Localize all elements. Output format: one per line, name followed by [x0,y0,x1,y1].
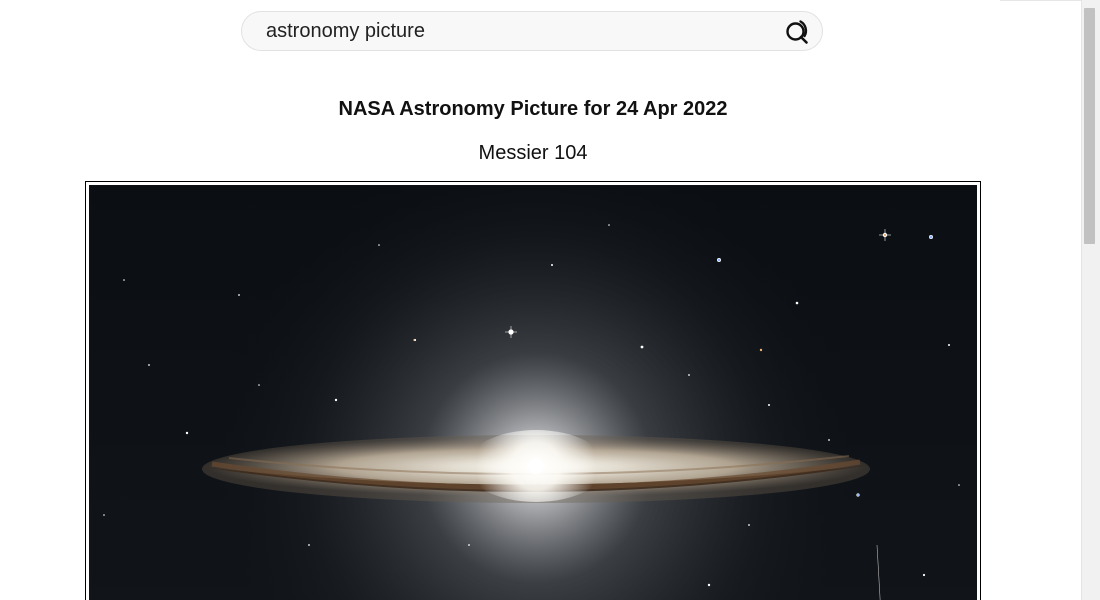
apod-image-frame [85,181,981,600]
page: NASA Astronomy Picture for 24 Apr 2022 M… [0,0,1100,600]
apod-image[interactable] [89,185,977,600]
search-input[interactable] [266,12,766,50]
search-bar[interactable] [241,11,823,51]
scrollbar-thumb[interactable] [1084,8,1095,244]
search-icon [786,20,808,44]
image-caption: Messier 104 [478,142,588,164]
divider [1000,0,1081,1]
search-button[interactable] [784,19,810,45]
page-title: NASA Astronomy Picture for 24 Apr 2022 [338,98,728,120]
page-scrollbar[interactable] [1081,0,1100,600]
